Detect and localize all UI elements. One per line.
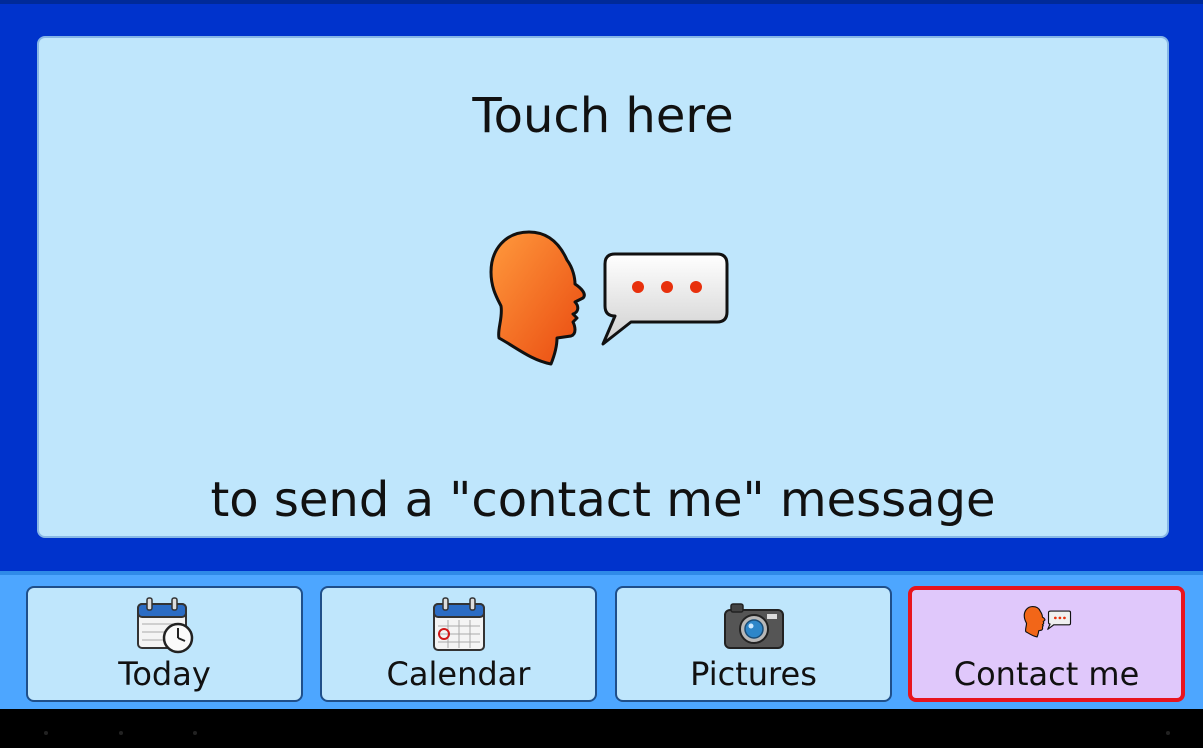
system-dot (119, 731, 123, 735)
calendar-label: Calendar (386, 655, 531, 693)
pictures-button[interactable]: Pictures (615, 586, 892, 702)
bottom-nav-bar: Today Calendar Pictures Contact me (0, 571, 1203, 709)
panel-title: Touch here (472, 88, 734, 144)
today-button[interactable]: Today (26, 586, 303, 702)
speaking-head-message-icon (489, 230, 729, 366)
pictures-label: Pictures (690, 655, 817, 693)
camera-icon (723, 603, 784, 649)
calendar-button[interactable]: Calendar (320, 586, 597, 702)
system-dot (44, 731, 48, 735)
contact-me-label: Contact me (953, 655, 1140, 693)
contact-me-panel[interactable]: Touch here to send a "contact me" messag… (37, 36, 1169, 538)
speaking-head-message-icon (1023, 605, 1071, 638)
calendar-icon (432, 597, 485, 651)
system-dot (193, 731, 197, 735)
system-dot (1166, 731, 1170, 735)
today-label: Today (118, 655, 211, 693)
contact-me-button[interactable]: Contact me (908, 586, 1185, 702)
system-navigation-bar (0, 709, 1203, 748)
app-screen: Touch here to send a "contact me" messag… (0, 0, 1203, 748)
main-area: Touch here to send a "contact me" messag… (0, 0, 1203, 570)
calendar-clock-icon (136, 597, 193, 654)
panel-subtitle: to send a "contact me" message (210, 472, 996, 528)
